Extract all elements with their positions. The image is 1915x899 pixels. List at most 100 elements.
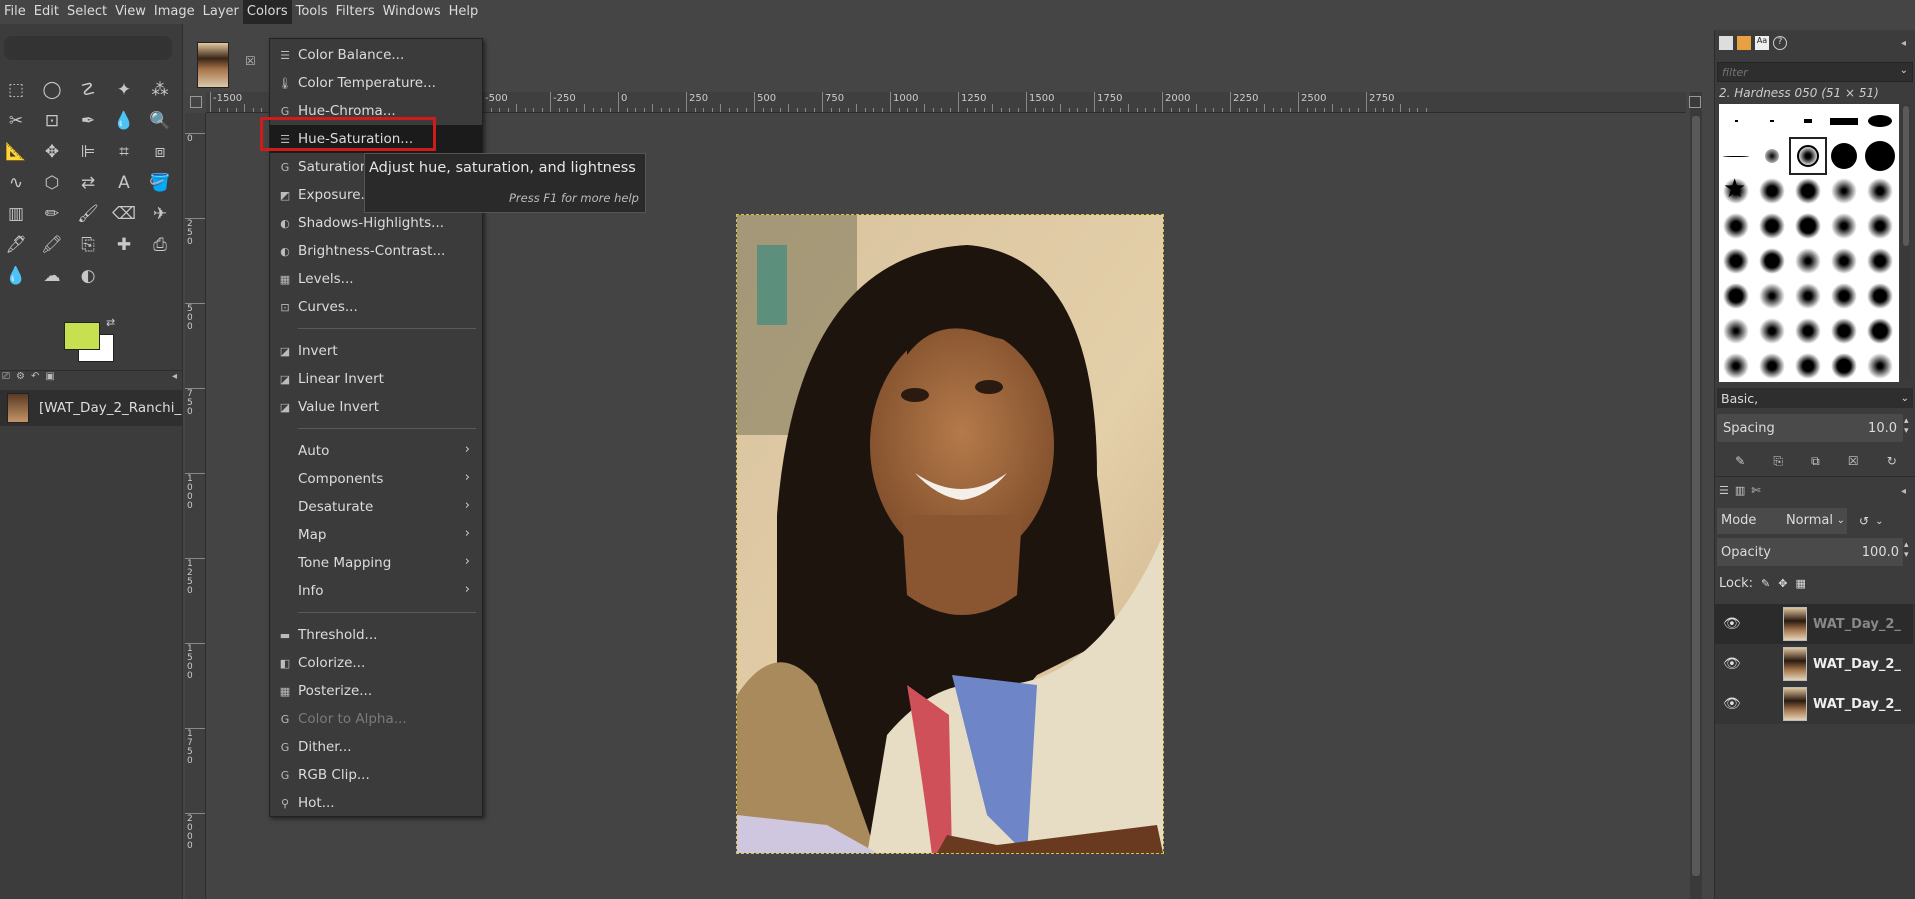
brush-thumbnail[interactable] (1791, 209, 1825, 243)
brush-thumbnail[interactable] (1755, 174, 1789, 208)
menu-item-color-temperature[interactable]: 🌡 Color Temperature... (270, 69, 482, 97)
brush-thumbnail[interactable] (1719, 244, 1753, 278)
menu-help[interactable]: Help (445, 0, 483, 24)
chevron-down-icon[interactable]: ⌄ (1837, 508, 1845, 534)
airbrush-icon[interactable]: ✈ (146, 200, 174, 228)
brush-thumbnail[interactable] (1719, 209, 1753, 243)
mypaint-brush-icon[interactable]: 🖍 (38, 231, 66, 259)
menu-item-rgb-clip[interactable]: G RGB Clip... (270, 761, 482, 789)
menu-edit[interactable]: Edit (30, 0, 63, 24)
menu-item-invert[interactable]: ◪ Invert (270, 337, 482, 365)
brush-thumbnail[interactable] (1719, 104, 1753, 138)
brush-thumbnail[interactable] (1791, 244, 1825, 278)
visibility-eye-icon[interactable]: 👁 (1723, 616, 1743, 632)
foreground-select-icon[interactable]: ⊡ (38, 107, 66, 135)
dock-menu-icon[interactable]: ◂ (1901, 38, 1906, 49)
dodge-burn-icon[interactable]: ◐ (74, 262, 102, 290)
fg-bg-colors[interactable]: ⇄ (62, 316, 122, 366)
brush-thumbnail[interactable] (1827, 314, 1861, 348)
brush-thumbnail[interactable] (1827, 139, 1861, 173)
vertical-ruler[interactable]: 0 2 5 0 5 0 0 7 5 0 1 0 0 0 1 2 5 0 1 5 0 0 1 7… (185, 113, 206, 899)
undo-history-tab-icon[interactable]: ↶ (31, 371, 39, 388)
opacity-spinner-icon[interactable]: ▴ ▾ (1904, 540, 1909, 560)
menu-tools[interactable]: Tools (292, 0, 332, 24)
menu-item-brightness-contrast[interactable]: ◐ Brightness-Contrast... (270, 237, 482, 265)
ellipse-select-icon[interactable]: ◯ (38, 76, 66, 104)
vertical-scrollbar[interactable] (1690, 92, 1702, 899)
menu-item-tone-mapping[interactable]: Tone Mapping › (270, 549, 482, 577)
brush-thumbnail[interactable] (1755, 139, 1789, 173)
lock-position-icon[interactable]: ✥ (1778, 577, 1787, 590)
unified-transform-icon[interactable]: ⧈ (146, 138, 174, 166)
text-icon[interactable]: A (110, 169, 138, 197)
dock-separator[interactable] (1715, 476, 1915, 482)
menu-item-threshold[interactable]: ▬ Threshold... (270, 621, 482, 649)
ruler-corner[interactable] (190, 96, 202, 108)
brush-thumbnail[interactable] (1755, 349, 1789, 382)
menu-item-components[interactable]: Components › (270, 465, 482, 493)
brush-thumbnail[interactable] (1791, 349, 1825, 382)
scissors-icon[interactable]: ✂ (2, 107, 30, 135)
mode-select[interactable]: Normal ⌄ (1777, 508, 1847, 534)
brush-thumbnail[interactable] (1863, 349, 1897, 382)
color-picker-icon[interactable]: 💧 (110, 107, 138, 135)
menu-file[interactable]: File (0, 0, 30, 24)
warp-transform-icon[interactable]: ∿ (2, 169, 30, 197)
gradient-icon[interactable]: ▥ (2, 200, 30, 228)
paths-tab-icon[interactable]: ✄ (1751, 484, 1760, 497)
layers-tab-icon[interactable]: ☰ (1719, 484, 1729, 497)
brush-thumbnail[interactable] (1791, 174, 1825, 208)
duplicate-brush-icon[interactable]: ⧉ (1811, 454, 1820, 469)
pencil-icon[interactable]: ✏ (38, 200, 66, 228)
brush-thumbnail[interactable] (1863, 244, 1897, 278)
fonts-tab-icon[interactable]: Aa (1755, 36, 1769, 50)
menu-image[interactable]: Image (150, 0, 199, 24)
brush-thumbnail[interactable] (1827, 174, 1861, 208)
fuzzy-select-icon[interactable]: ✦ (110, 76, 138, 104)
menu-filters[interactable]: Filters (332, 0, 379, 24)
device-status-tab-icon[interactable]: ⚙ (16, 371, 25, 388)
image-list-item[interactable]: [WAT_Day_2_Ranchi_ (0, 390, 183, 426)
menu-item-hot[interactable]: ⚲ Hot... (270, 789, 482, 817)
menu-view[interactable]: View (111, 0, 150, 24)
brush-thumbnail[interactable] (1755, 209, 1789, 243)
zoom-icon[interactable]: 🔍 (146, 107, 174, 135)
brush-grid[interactable]: ★ (1719, 104, 1899, 382)
brush-thumbnail[interactable] (1719, 314, 1753, 348)
flip-icon[interactable]: ⇄ (74, 169, 102, 197)
paths-icon[interactable]: ✒ (74, 107, 102, 135)
align-icon[interactable]: ⊫ (74, 138, 102, 166)
menu-item-desaturate[interactable]: Desaturate › (270, 493, 482, 521)
brush-thumbnail[interactable] (1827, 104, 1861, 138)
menu-item-info[interactable]: Info › (270, 577, 482, 605)
chevron-down-icon[interactable]: ⌄ (1875, 516, 1883, 527)
brush-thumbnail[interactable] (1827, 209, 1861, 243)
brush-thumbnail[interactable] (1791, 314, 1825, 348)
layers-menu-icon[interactable]: ◂ (1901, 486, 1906, 497)
crop-icon[interactable]: ⌗ (110, 138, 138, 166)
visibility-eye-icon[interactable]: 👁 (1723, 696, 1743, 712)
patterns-tab-icon[interactable] (1737, 36, 1751, 50)
panel-menu-icon[interactable]: ◂ (172, 371, 177, 388)
menu-item-curves[interactable]: ⊡ Curves... (270, 293, 482, 321)
brush-thumbnail[interactable] (1791, 279, 1825, 313)
brush-thumbnail[interactable] (1863, 279, 1897, 313)
layer-row[interactable]: 👁 WAT_Day_2_ (1715, 644, 1913, 684)
spacing-slider[interactable]: Spacing 10.0 (1717, 414, 1903, 442)
blur-icon[interactable]: 💧 (2, 262, 30, 290)
brush-thumbnail[interactable] (1755, 244, 1789, 278)
refresh-brushes-icon[interactable]: ↻ (1887, 454, 1897, 469)
brush-thumbnail[interactable] (1755, 279, 1789, 313)
help-tab-icon[interactable]: ? (1773, 36, 1787, 50)
chevron-down-icon[interactable]: ⌄ (1900, 65, 1908, 76)
visibility-eye-icon[interactable]: 👁 (1723, 656, 1743, 672)
canvas-image[interactable] (736, 214, 1164, 855)
lock-pixels-icon[interactable]: ✎ (1761, 577, 1770, 590)
chevron-down-icon[interactable]: ⌄ (1901, 393, 1909, 404)
eraser-icon[interactable]: ⌫ (110, 200, 138, 228)
brush-thumbnail[interactable] (1863, 174, 1897, 208)
swap-colors-icon[interactable]: ⇄ (106, 316, 115, 329)
spacing-spinner-icon[interactable]: ▴ ▾ (1904, 416, 1909, 436)
lock-alpha-icon[interactable]: ▦ (1795, 577, 1805, 590)
menu-colors[interactable]: Colors (242, 0, 292, 24)
